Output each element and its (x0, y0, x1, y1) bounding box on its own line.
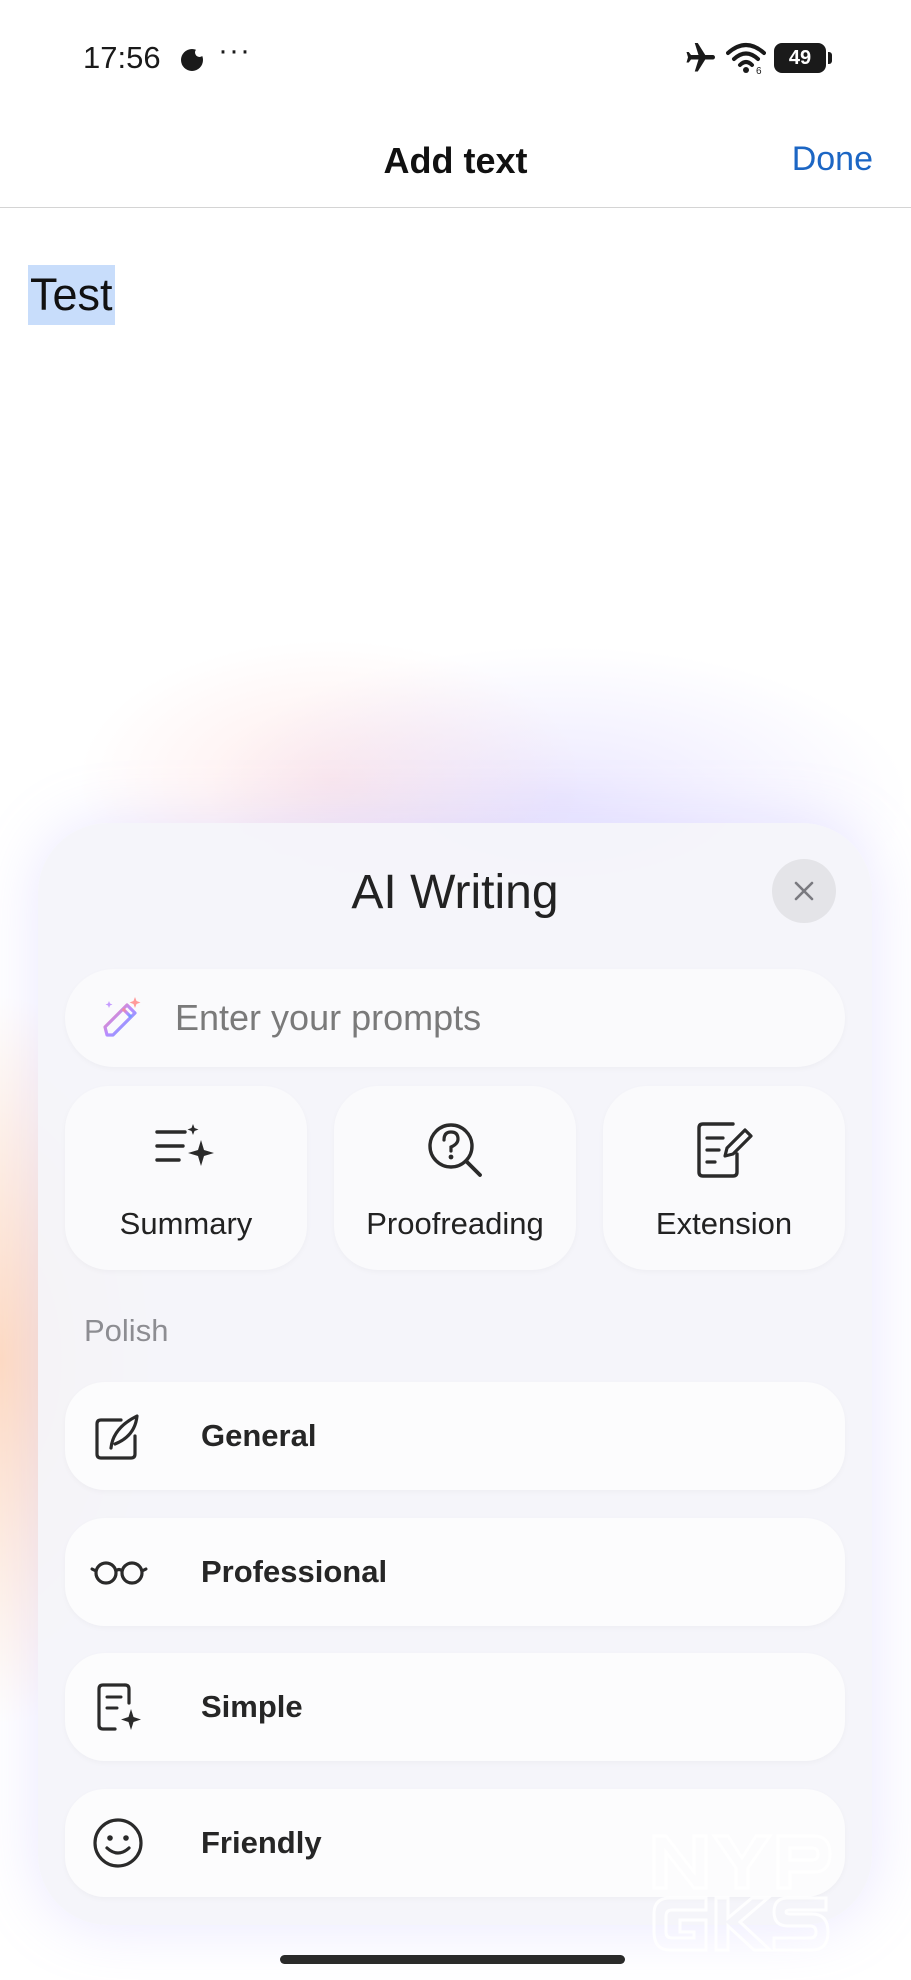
status-more-icon: ··· (218, 34, 251, 67)
close-button[interactable] (772, 859, 836, 923)
airplane-icon (686, 43, 715, 72)
polish-friendly-label: Friendly (201, 1825, 322, 1860)
status-bar: 17:56 ··· 6 49 (0, 0, 911, 110)
polish-general-button[interactable]: General (65, 1382, 845, 1490)
watermark-logo (652, 1834, 832, 1952)
glasses-icon (90, 1561, 148, 1585)
prompt-field[interactable] (65, 969, 845, 1067)
polish-general-label: General (201, 1418, 317, 1453)
wifi-icon: 6 (726, 43, 766, 75)
page-title: Add text (383, 140, 528, 181)
home-indicator[interactable] (280, 1955, 625, 1964)
status-icons: 6 49 (682, 40, 832, 76)
magic-pen-icon (103, 997, 141, 1037)
proofreading-button[interactable]: Proofreading (334, 1086, 576, 1270)
notification-dot-icon (181, 48, 204, 71)
polish-section-label: Polish (84, 1313, 169, 1348)
extension-label: Extension (655, 1206, 793, 1241)
battery-icon: 49 (774, 43, 832, 73)
summary-button[interactable]: Summary (65, 1086, 307, 1270)
summary-label: Summary (119, 1206, 253, 1241)
done-button[interactable]: Done (792, 140, 873, 179)
polish-professional-label: Professional (201, 1554, 388, 1589)
summary-sparkle-icon (155, 1124, 214, 1166)
status-time: 17:56 (83, 40, 161, 75)
battery-level: 49 (788, 46, 812, 69)
svg-text:6: 6 (756, 66, 762, 75)
document-sparkle-icon (97, 1683, 141, 1731)
close-icon (794, 881, 814, 901)
editor-selected-text[interactable]: Test (28, 265, 115, 325)
polish-professional-button[interactable]: Professional (65, 1518, 845, 1626)
polish-simple-button[interactable]: Simple (65, 1653, 845, 1761)
header: Add text Done (0, 110, 911, 208)
prompt-input[interactable] (175, 969, 815, 1067)
edit-document-icon (697, 1122, 753, 1178)
polish-simple-label: Simple (201, 1689, 303, 1724)
ai-writing-panel: AI Writing Summary (38, 823, 872, 1925)
quill-card-icon (95, 1414, 139, 1460)
panel-title: AI Writing (351, 866, 559, 919)
extension-button[interactable]: Extension (603, 1086, 845, 1270)
question-magnifier-icon (428, 1123, 482, 1177)
smiley-icon (93, 1818, 143, 1868)
proofreading-label: Proofreading (366, 1206, 544, 1241)
